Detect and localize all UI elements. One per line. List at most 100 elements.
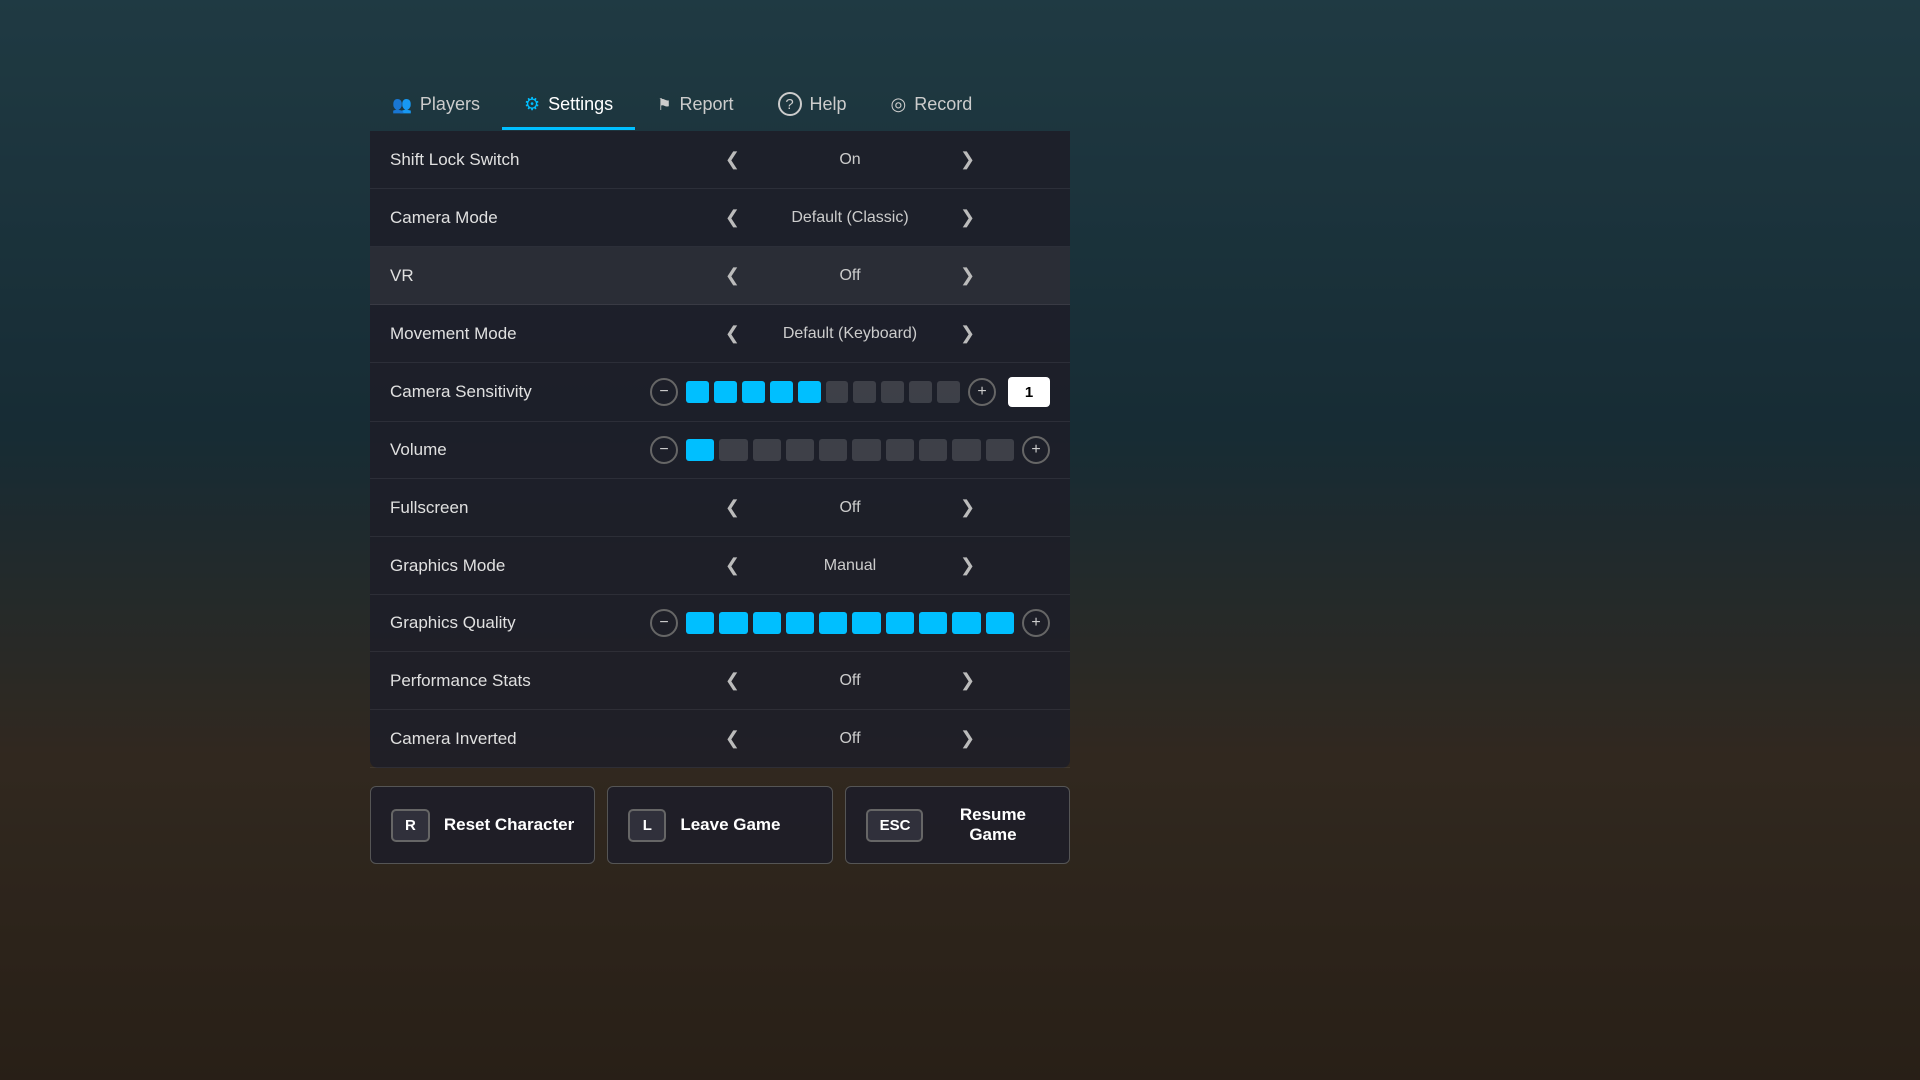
camera-inverted-right[interactable] (952, 724, 983, 753)
setting-camera-mode: Camera Mode Default (Classic) (370, 189, 1070, 247)
slider-seg-8 (881, 381, 904, 403)
camera-mode-left[interactable] (717, 203, 748, 232)
setting-volume: Volume − + (370, 422, 1070, 479)
volume-label: Volume (390, 440, 650, 460)
tab-settings-label: Settings (548, 94, 613, 115)
chevron-right-icon (960, 265, 975, 286)
gq-seg-7 (886, 612, 914, 634)
reset-character-button[interactable]: R Reset Character (370, 786, 595, 864)
resume-game-button[interactable]: ESC Resume Game (845, 786, 1070, 864)
shift-lock-left[interactable] (717, 145, 748, 174)
record-icon (891, 94, 907, 115)
graphics-quality-minus[interactable]: − (650, 609, 678, 637)
setting-graphics-quality: Graphics Quality − + (370, 595, 1070, 652)
slider-seg-4 (770, 381, 793, 403)
resume-game-label: Resume Game (937, 805, 1049, 845)
camera-mode-label: Camera Mode (390, 208, 650, 228)
setting-movement-mode: Movement Mode Default (Keyboard) (370, 305, 1070, 363)
chevron-left-icon (725, 207, 740, 228)
graphics-quality-plus[interactable]: + (1022, 609, 1050, 637)
gq-seg-8 (919, 612, 947, 634)
chevron-left-icon (725, 149, 740, 170)
leave-game-label: Leave Game (680, 815, 780, 835)
tab-settings[interactable]: Settings (502, 82, 635, 130)
setting-shift-lock: Shift Lock Switch On (370, 131, 1070, 189)
camera-mode-right[interactable] (952, 203, 983, 232)
movement-mode-control: Default (Keyboard) (650, 319, 1050, 348)
tab-report[interactable]: Report (635, 82, 755, 130)
movement-mode-value: Default (Keyboard) (760, 325, 940, 343)
vr-right[interactable] (952, 261, 983, 290)
fullscreen-left[interactable] (717, 493, 748, 522)
graphics-quality-label: Graphics Quality (390, 613, 650, 633)
graphics-mode-control: Manual (650, 551, 1050, 580)
reset-key-badge: R (391, 809, 430, 842)
vr-left[interactable] (717, 261, 748, 290)
performance-stats-control: Off (650, 666, 1050, 695)
leave-game-button[interactable]: L Leave Game (607, 786, 832, 864)
slider-seg-1 (686, 381, 709, 403)
fullscreen-control: Off (650, 493, 1050, 522)
slider-seg-2 (714, 381, 737, 403)
gq-seg-9 (952, 612, 980, 634)
slider-seg-10 (937, 381, 960, 403)
chevron-left-icon (725, 497, 740, 518)
gq-seg-2 (719, 612, 747, 634)
fullscreen-value: Off (760, 499, 940, 517)
graphics-mode-left[interactable] (717, 551, 748, 580)
leave-key-badge: L (628, 809, 666, 842)
tab-report-label: Report (679, 94, 733, 115)
chevron-right-icon (960, 728, 975, 749)
performance-stats-right[interactable] (952, 666, 983, 695)
vr-label: VR (390, 266, 650, 286)
tab-bar: Players Settings Report Help Record (370, 80, 1070, 131)
gq-seg-10 (986, 612, 1014, 634)
camera-sensitivity-track (686, 381, 960, 403)
camera-sensitivity-label: Camera Sensitivity (390, 382, 650, 402)
volume-plus[interactable]: + (1022, 436, 1050, 464)
movement-mode-left[interactable] (717, 319, 748, 348)
vol-seg-6 (852, 439, 880, 461)
performance-stats-label: Performance Stats (390, 671, 650, 691)
slider-seg-6 (826, 381, 849, 403)
fullscreen-label: Fullscreen (390, 498, 650, 518)
vol-seg-4 (786, 439, 814, 461)
tab-record[interactable]: Record (869, 82, 995, 130)
graphics-mode-value: Manual (760, 557, 940, 575)
camera-inverted-value: Off (760, 730, 940, 748)
shift-lock-right[interactable] (952, 145, 983, 174)
tab-help-label: Help (810, 94, 847, 115)
tab-players[interactable]: Players (370, 82, 502, 130)
shift-lock-label: Shift Lock Switch (390, 150, 650, 170)
setting-camera-sensitivity: Camera Sensitivity − + 1 (370, 363, 1070, 422)
vol-seg-2 (719, 439, 747, 461)
movement-mode-right[interactable] (952, 319, 983, 348)
chevron-right-icon (960, 497, 975, 518)
tab-record-label: Record (914, 94, 972, 115)
vr-value: Off (760, 267, 940, 285)
chevron-right-icon (960, 323, 975, 344)
users-icon (392, 94, 412, 115)
performance-stats-value: Off (760, 672, 940, 690)
gq-seg-3 (753, 612, 781, 634)
tab-help[interactable]: Help (756, 80, 869, 131)
vol-seg-5 (819, 439, 847, 461)
camera-mode-value: Default (Classic) (760, 209, 940, 227)
volume-track (686, 439, 1014, 461)
fullscreen-right[interactable] (952, 493, 983, 522)
slider-seg-7 (853, 381, 876, 403)
camera-inverted-left[interactable] (717, 724, 748, 753)
shift-lock-control: On (650, 145, 1050, 174)
camera-sensitivity-plus[interactable]: + (968, 378, 996, 406)
shift-lock-value: On (760, 151, 940, 169)
graphics-mode-label: Graphics Mode (390, 556, 650, 576)
graphics-mode-right[interactable] (952, 551, 983, 580)
chevron-right-icon (960, 555, 975, 576)
volume-minus[interactable]: − (650, 436, 678, 464)
performance-stats-left[interactable] (717, 666, 748, 695)
camera-sensitivity-minus[interactable]: − (650, 378, 678, 406)
camera-inverted-label: Camera Inverted (390, 729, 650, 749)
slider-seg-3 (742, 381, 765, 403)
movement-mode-label: Movement Mode (390, 324, 650, 344)
chevron-right-icon (960, 149, 975, 170)
